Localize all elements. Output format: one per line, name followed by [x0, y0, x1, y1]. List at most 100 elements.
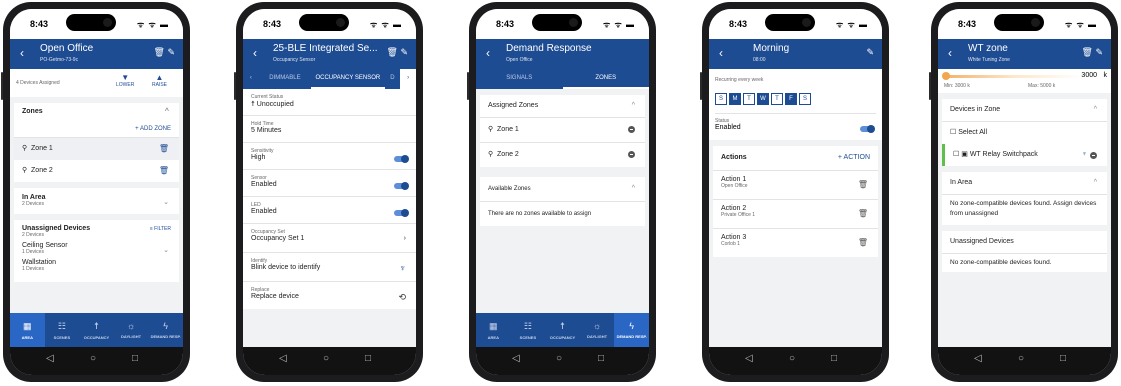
list-item-device[interactable]: ☐ ▣ WT Relay Switchpack ♆ [942, 144, 1107, 166]
remove-icon[interactable] [1090, 152, 1097, 159]
tab-dimmable[interactable]: DIMMABLE [259, 69, 311, 89]
recents-square-icon[interactable]: □ [132, 353, 138, 364]
select-all-checkbox[interactable]: ☐ Select All [942, 122, 1107, 144]
available-zones-card: Available Zones ^ There are no zones avai… [480, 177, 645, 226]
assigned-zones-title: Assigned Zones ^ [480, 95, 645, 117]
list-item-device[interactable]: Wallstation 1 Devices [14, 255, 179, 272]
day-tue[interactable]: T [743, 93, 755, 105]
tab-occupancy-sensor[interactable]: OCCUPANCY SENSOR [311, 69, 385, 89]
day-sat[interactable]: S [799, 93, 811, 105]
setting-hold-time[interactable]: Hold Time 5 Minutes [243, 116, 416, 142]
chevron-up-icon[interactable]: ^ [632, 95, 635, 117]
recents-square-icon[interactable]: □ [365, 353, 371, 364]
day-mon[interactable]: M [729, 93, 741, 105]
add-action-button[interactable]: + ACTION [838, 146, 870, 170]
led-toggle[interactable] [394, 209, 409, 217]
recents-square-icon[interactable]: □ [598, 353, 604, 364]
list-item-device[interactable]: Ceiling Sensor 1 Devices ⌄ [14, 238, 179, 255]
back-icon[interactable]: ‹ [20, 46, 24, 60]
status-bar: 8:43 ᯤ ᯤ ▬ [243, 9, 416, 39]
day-sun[interactable]: S [715, 93, 727, 105]
home-circle-icon[interactable]: ○ [1018, 353, 1024, 364]
back-icon[interactable]: ‹ [253, 46, 257, 60]
in-area-card[interactable]: In Area 2 Devices ⌄ [14, 188, 179, 214]
tab-scroll-right[interactable]: › [400, 69, 416, 89]
edit-icon[interactable]: ✎ [167, 47, 175, 57]
nav-occupancy[interactable]: ☨ OCCUPANCY [79, 313, 114, 347]
trash-icon[interactable]: 🗑 [858, 238, 868, 247]
cct-slider-thumb[interactable] [942, 72, 950, 80]
trash-icon[interactable]: 🗑 [858, 209, 868, 218]
back-icon[interactable]: ‹ [948, 46, 952, 60]
bulb-icon[interactable]: ♆ [1082, 144, 1087, 166]
list-item-zone[interactable]: ⚲ Zone 1 [480, 118, 645, 142]
delete-icon[interactable]: 🗑 [387, 47, 398, 57]
back-triangle-icon[interactable]: ◁ [512, 353, 520, 364]
nav-demand-response[interactable]: ϟ DEMAND RESP. [148, 313, 183, 347]
tab-zones[interactable]: ZONES [562, 69, 649, 89]
list-item-zone[interactable]: ⚲ Zone 2 [480, 143, 645, 167]
nav-area[interactable]: ▦ AREA [10, 313, 45, 347]
back-triangle-icon[interactable]: ◁ [46, 353, 54, 364]
trash-icon[interactable]: 🗑 [159, 138, 169, 160]
back-triangle-icon[interactable]: ◁ [974, 353, 982, 364]
page-title: Demand Response [506, 43, 592, 54]
setting-identify[interactable]: Identify Blink device to identify ♆ [243, 253, 416, 281]
lower-button[interactable]: ▼ LOWER [116, 73, 134, 88]
delete-icon[interactable]: 🗑 [154, 47, 165, 57]
nav-scenes[interactable]: ☷ SCENES [511, 313, 546, 347]
sliders-icon: ☷ [57, 321, 66, 331]
tab-next[interactable]: D [385, 69, 401, 89]
chevron-up-icon[interactable]: ^ [165, 103, 169, 121]
home-circle-icon[interactable]: ○ [789, 353, 795, 364]
chevron-up-icon[interactable]: ^ [1094, 99, 1097, 121]
day-thu[interactable]: T [771, 93, 783, 105]
home-circle-icon[interactable]: ○ [556, 353, 562, 364]
nav-scenes[interactable]: ☷ SCENES [45, 313, 80, 347]
tab-signals[interactable]: SIGNALS [476, 69, 563, 89]
nav-daylight[interactable]: ☼ DAYLIGHT [114, 313, 149, 347]
screen: 8:43 ᯤ ᯤ ▬ ‹ Open Office PO-Getmo-73-9c … [10, 9, 183, 375]
list-item-action[interactable]: Action 3 Corlob 1 🗑 [713, 229, 878, 257]
devices-in-zone-card: Devices in Zone ^ ☐ Select All ☐ ▣ WT Rel… [942, 99, 1107, 166]
recents-square-icon[interactable]: □ [1060, 353, 1066, 364]
home-circle-icon[interactable]: ○ [90, 353, 96, 364]
day-fri[interactable]: F [785, 93, 797, 105]
nav-area[interactable]: ▦ AREA [476, 313, 511, 347]
edit-icon[interactable]: ✎ [400, 47, 408, 57]
nav-demand-response[interactable]: ϟ DEMAND RESP. [614, 313, 649, 347]
list-item-action[interactable]: Action 1 Open Office 🗑 [713, 171, 878, 199]
day-wed[interactable]: W [757, 93, 769, 105]
remove-icon[interactable] [628, 151, 635, 158]
nav-daylight[interactable]: ☼ DAYLIGHT [580, 313, 615, 347]
sensitivity-toggle[interactable] [394, 155, 409, 163]
recents-square-icon[interactable]: □ [831, 353, 837, 364]
status-toggle[interactable] [860, 125, 875, 133]
chevron-up-icon[interactable]: ^ [1094, 172, 1097, 194]
sensor-toggle[interactable] [394, 182, 409, 190]
trash-icon[interactable]: 🗑 [858, 180, 868, 189]
edit-icon[interactable]: ✎ [866, 47, 874, 58]
setting-occupancy-set[interactable]: Occupancy Set Occupancy Set 1 › [243, 224, 416, 252]
back-triangle-icon[interactable]: ◁ [745, 353, 753, 364]
in-area-title: In Area ^ [942, 172, 1107, 194]
raise-button[interactable]: ▲ RAISE [152, 73, 167, 88]
tab-scroll-left[interactable]: ‹ [243, 69, 259, 89]
remove-icon[interactable] [628, 126, 635, 133]
home-circle-icon[interactable]: ○ [323, 353, 329, 364]
trash-icon[interactable]: 🗑 [159, 160, 169, 182]
list-item-action[interactable]: Action 2 Private Office 1 🗑 [713, 200, 878, 228]
nav-occupancy[interactable]: ☨ OCCUPANCY [545, 313, 580, 347]
edit-icon[interactable]: ✎ [1095, 47, 1103, 57]
chevron-up-icon[interactable]: ^ [632, 177, 635, 201]
back-triangle-icon[interactable]: ◁ [279, 353, 287, 364]
back-icon[interactable]: ‹ [719, 46, 723, 60]
delete-icon[interactable]: 🗑 [1082, 47, 1093, 57]
list-item-zone[interactable]: ⚲ Zone 2 🗑 [14, 160, 179, 182]
back-icon[interactable]: ‹ [486, 46, 490, 60]
add-zone-button[interactable]: + ADD ZONE [14, 121, 179, 137]
cct-slider-track[interactable] [944, 75, 1083, 78]
arrow-up-icon: ▲ [155, 73, 164, 82]
setting-replace[interactable]: Replace Replace device ⟲ [243, 282, 416, 310]
list-item-zone[interactable]: ⚲ Zone 1 🗑 [14, 138, 179, 160]
